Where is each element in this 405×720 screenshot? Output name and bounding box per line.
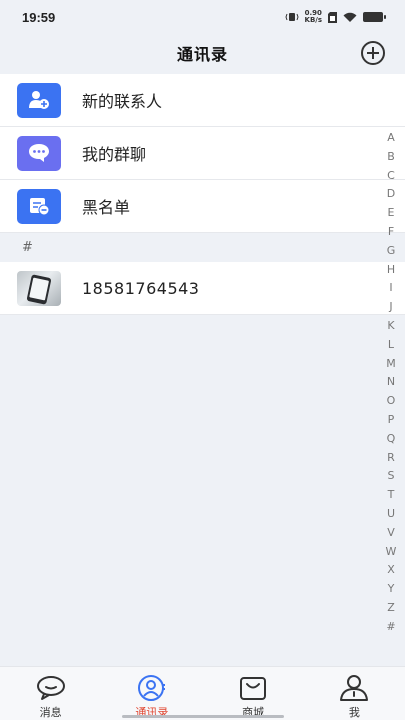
index-letter[interactable]: G xyxy=(387,242,396,261)
index-letter[interactable]: R xyxy=(387,449,395,468)
index-letter[interactable]: F xyxy=(388,223,394,242)
menu-item-label: 我的群聊 xyxy=(82,145,147,164)
phone-image xyxy=(26,273,52,305)
menu-item-label: 新的联系人 xyxy=(82,92,163,111)
index-letter[interactable]: Q xyxy=(387,430,396,449)
index-letter[interactable]: L xyxy=(388,336,394,355)
vibrate-icon xyxy=(284,13,299,21)
shopping-bag-icon xyxy=(237,673,269,703)
home-indicator xyxy=(122,715,284,718)
index-letter[interactable]: M xyxy=(386,355,396,374)
index-letter[interactable]: C xyxy=(387,167,395,186)
tab-messages[interactable]: 消息 xyxy=(0,667,101,720)
wifi-icon xyxy=(343,12,357,22)
menu-item-my-groups[interactable]: 我的群聊 xyxy=(0,127,405,180)
tab-label: 我 xyxy=(348,706,360,719)
menu-item-blacklist[interactable]: 黑名单 xyxy=(0,180,405,233)
index-letter[interactable]: O xyxy=(387,392,396,411)
status-icons: 0.90 KB/s xyxy=(284,9,386,24)
index-letter[interactable]: N xyxy=(387,373,395,392)
index-letter[interactable]: D xyxy=(387,185,395,204)
header: 通讯录 xyxy=(0,34,405,72)
sim-icon xyxy=(328,11,337,23)
net-speed: 0.90 KB/s xyxy=(304,9,322,24)
add-contact-icon xyxy=(17,82,61,118)
index-letter[interactable]: V xyxy=(387,524,395,543)
contact-name: 18581764543 xyxy=(82,278,200,298)
avatar xyxy=(17,270,61,306)
blacklist-icon xyxy=(17,188,61,224)
index-letter[interactable]: I xyxy=(389,279,392,298)
index-letter[interactable]: B xyxy=(387,148,395,167)
tab-label: 消息 xyxy=(39,706,62,719)
index-letter[interactable]: S xyxy=(388,467,395,486)
alphabet-index[interactable]: A B C D E F G H I J K L M N O P Q R S T … xyxy=(383,129,399,637)
add-button[interactable] xyxy=(361,41,385,65)
tab-shop[interactable]: 商城 xyxy=(203,667,304,720)
contacts-icon xyxy=(136,673,168,703)
menu-item-label: 黑名单 xyxy=(82,198,131,217)
index-letter[interactable]: U xyxy=(387,505,395,524)
index-letter[interactable]: X xyxy=(387,561,395,580)
index-letter[interactable]: W xyxy=(386,543,397,562)
index-letter[interactable]: P xyxy=(388,411,395,430)
section-header: # xyxy=(0,233,405,262)
menu-list: 新的联系人 我的群聊 黑名单 xyxy=(0,74,405,233)
index-letter[interactable]: J xyxy=(389,298,392,317)
chat-bubble-icon xyxy=(17,135,61,171)
index-letter[interactable]: # xyxy=(386,618,395,637)
index-letter[interactable]: Z xyxy=(387,599,395,618)
tab-me[interactable]: 我 xyxy=(304,667,405,720)
page-title: 通讯录 xyxy=(176,45,228,64)
profile-icon xyxy=(338,673,370,703)
status-time: 19:59 xyxy=(22,9,56,25)
bottom-tab-bar: 消息 通讯录 商城 我 xyxy=(0,666,405,720)
index-letter[interactable]: E xyxy=(388,204,395,223)
index-letter[interactable]: H xyxy=(387,261,395,280)
contact-row[interactable]: 18581764543 xyxy=(0,262,405,315)
index-letter[interactable]: Y xyxy=(388,580,395,599)
tab-contacts[interactable]: 通讯录 xyxy=(101,667,202,720)
status-bar: 19:59 0.90 KB/s xyxy=(0,0,405,34)
message-icon xyxy=(35,673,67,703)
index-letter[interactable]: K xyxy=(387,317,394,336)
battery-icon xyxy=(363,12,386,22)
index-letter[interactable]: T xyxy=(388,486,395,505)
index-letter[interactable]: A xyxy=(387,129,395,148)
menu-item-new-contacts[interactable]: 新的联系人 xyxy=(0,74,405,127)
